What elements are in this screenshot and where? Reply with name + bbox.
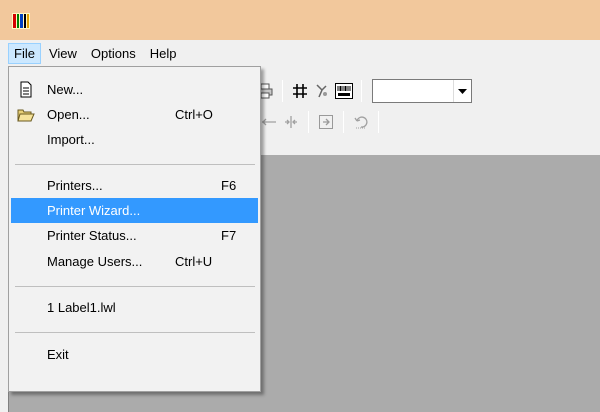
menu-item-label: Printers...	[47, 178, 103, 193]
toolbar-separator	[343, 111, 344, 133]
menu-options[interactable]: Options	[85, 43, 142, 64]
menu-item-label: Printer Status...	[47, 228, 137, 243]
toolbar-row-1	[254, 79, 472, 103]
new-document-icon	[20, 81, 32, 98]
toolbar-separator	[308, 111, 309, 133]
rotate-button[interactable]	[315, 111, 337, 133]
toolbar-separator	[282, 80, 283, 102]
menu-item-label: Import...	[47, 132, 95, 147]
split-button[interactable]	[280, 111, 302, 133]
app-logo-icon	[12, 13, 30, 29]
menu-item-label: Printer Wizard...	[47, 203, 141, 218]
menu-item-label: New...	[47, 82, 84, 97]
grid-button[interactable]	[289, 80, 311, 102]
undo-button[interactable]	[350, 111, 372, 133]
menu-item-label: 1 Label1.lwl	[47, 300, 116, 315]
split-icon	[285, 116, 297, 128]
menu-item-printer-wizard[interactable]: Printer Wizard...	[11, 198, 258, 223]
toolbar-separator	[378, 111, 379, 133]
menu-item-open[interactable]: Open... Ctrl+O	[11, 102, 258, 127]
undo-icon	[354, 116, 368, 129]
menu-bar: File View Options Help	[0, 40, 600, 67]
barcode-odp-icon	[335, 83, 353, 99]
menu-item-printers[interactable]: Printers... F6	[11, 173, 258, 198]
file-menu-dropdown: New... Open... Ctrl+O Import... Printers…	[8, 66, 261, 392]
toolbar-combo[interactable]	[372, 79, 472, 103]
menu-item-manage-users[interactable]: Manage Users... Ctrl+U	[11, 249, 258, 274]
wizard-button[interactable]	[311, 80, 333, 102]
menu-item-label: Open...	[47, 107, 90, 122]
menu-item-import[interactable]: Import...	[11, 127, 258, 152]
align-center-button[interactable]	[258, 111, 280, 133]
menu-item-label: Exit	[47, 347, 69, 362]
menu-separator	[15, 332, 255, 333]
menu-help[interactable]: Help	[144, 43, 183, 64]
combo-arrow[interactable]	[453, 80, 471, 102]
toolbar-row-2	[258, 111, 385, 133]
odp-button[interactable]	[333, 80, 355, 102]
rotate-icon	[319, 115, 333, 129]
toolbar-separator	[361, 80, 362, 102]
open-folder-icon	[17, 109, 35, 122]
menu-item-shortcut: Ctrl+U	[175, 254, 213, 269]
menu-separator	[15, 286, 255, 287]
grid-icon	[293, 84, 307, 98]
menu-separator	[15, 164, 255, 165]
wizard-icon	[316, 84, 327, 98]
menu-item-exit[interactable]: Exit	[11, 342, 258, 367]
menu-item-recent-file[interactable]: 1 Label1.lwl	[11, 295, 258, 320]
menu-item-shortcut: Ctrl+O	[175, 107, 213, 122]
menu-file[interactable]: File	[8, 43, 41, 64]
menu-item-shortcut: F7	[221, 228, 237, 243]
title-bar	[0, 0, 600, 40]
chevron-down-icon	[458, 88, 467, 94]
menu-view[interactable]: View	[43, 43, 83, 64]
menu-item-new[interactable]: New...	[11, 77, 258, 102]
menu-item-printer-status[interactable]: Printer Status... F7	[11, 223, 258, 248]
menu-item-shortcut: F6	[221, 178, 237, 193]
menu-item-label: Manage Users...	[47, 254, 143, 269]
align-center-icon	[262, 118, 276, 126]
